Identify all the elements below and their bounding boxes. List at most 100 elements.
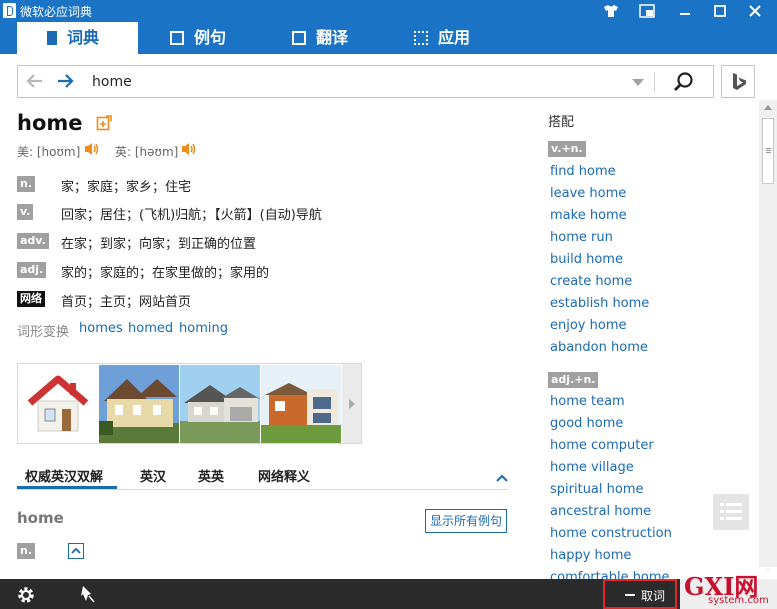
tab-dictionary[interactable]: 词典 [17, 22, 138, 54]
collocations-heading: 搭配 [548, 115, 575, 130]
close-icon[interactable] [740, 0, 770, 22]
definition-text: 家；家庭；家乡；住宅 [61, 180, 192, 195]
collocation-link[interactable]: happy home [550, 548, 631, 563]
tab-sentences[interactable]: 例句 [170, 22, 226, 54]
window-title: 微软必应词典 [20, 5, 93, 19]
definition-text: 在家；到家；向家；到正确的位置 [61, 237, 257, 252]
house-image[interactable] [180, 365, 260, 443]
pos-tag: v.+n. [548, 141, 586, 157]
definition-row: adj. 家的；家庭的；在家里做的；家用的 [17, 262, 269, 282]
history-dropdown-icon[interactable] [632, 79, 644, 86]
collocation-link[interactable]: home village [550, 460, 634, 475]
definition-row: n. 家；家庭；家乡；住宅 [17, 176, 191, 196]
search-icon[interactable] [673, 71, 695, 97]
expand-toggle[interactable] [68, 543, 84, 559]
translate-icon [292, 31, 306, 45]
collocation-link[interactable]: enjoy home [550, 318, 626, 333]
inflection-link[interactable]: homed [128, 321, 173, 336]
pos-tag: n. [17, 543, 36, 559]
list-icon [720, 503, 742, 520]
maximize-icon[interactable] [705, 0, 735, 22]
speaker-uk-icon[interactable] [180, 141, 198, 161]
tab-translate[interactable]: 翻译 [292, 22, 348, 54]
pin-icon[interactable] [78, 584, 96, 608]
inflection-link[interactable]: homing [179, 321, 228, 336]
house-image[interactable] [99, 365, 179, 443]
house-image[interactable] [18, 365, 98, 443]
headword: home [17, 111, 83, 135]
collocation-link[interactable]: home construction [550, 526, 672, 541]
tab-dictionary-label: 词典 [67, 28, 100, 47]
image-next-button[interactable] [342, 364, 361, 443]
definition-row: 网络 首页；主页；网站首页 [17, 291, 191, 311]
collocation-link[interactable]: comfortable home [550, 570, 670, 579]
app-icon [3, 3, 16, 18]
collocation-link[interactable]: good home [550, 416, 623, 431]
sentences-icon [170, 31, 184, 45]
collocation-group-label: adj.+n. [548, 372, 599, 388]
settings-gear-icon[interactable] [16, 585, 36, 609]
search-divider [654, 72, 655, 92]
detail-pos-row: n. [17, 543, 36, 559]
pos-tag: adj. [17, 262, 47, 278]
forward-arrow-icon[interactable] [56, 72, 76, 94]
mini-mode-icon[interactable] [632, 0, 662, 22]
collocation-link[interactable]: create home [550, 274, 632, 289]
definition-text: 家的；家庭的；在家里做的；家用的 [61, 266, 270, 281]
pos-tag: adj.+n. [548, 372, 599, 388]
collocation-link[interactable]: ancestral home [550, 504, 651, 519]
subtab-authoritative[interactable]: 权威英汉双解 [25, 466, 103, 485]
collocation-link[interactable]: leave home [550, 186, 626, 201]
pos-tag: n. [17, 176, 36, 192]
pos-tag: v. [17, 204, 34, 220]
speaker-us-icon[interactable] [83, 141, 101, 161]
show-all-examples-button[interactable]: 显示所有例句 [425, 509, 508, 533]
tab-translate-label: 翻译 [316, 28, 349, 47]
collocation-link[interactable]: home team [550, 394, 625, 409]
collocation-link[interactable]: find home [550, 164, 616, 179]
scrollbar[interactable] [759, 100, 777, 579]
definition-text: 回家；居住；(飞机)归航；【火箭】(自动)导航 [61, 208, 322, 223]
title-bar: 微软必应词典 [0, 0, 777, 22]
add-to-wordbook-icon[interactable] [96, 115, 112, 135]
subtab-divider [17, 489, 509, 490]
minus-icon [625, 594, 635, 596]
subtab-web[interactable]: 网络释义 [258, 466, 310, 485]
skin-icon[interactable] [596, 0, 626, 22]
collocation-link[interactable]: build home [550, 252, 623, 267]
definition-row: v. 回家；居住；(飞机)归航；【火箭】(自动)导航 [17, 204, 322, 224]
subtab-en-en[interactable]: 英英 [198, 466, 224, 485]
scrollbar-thumb[interactable] [762, 118, 774, 184]
capture-word-button[interactable]: 取词 [603, 579, 677, 609]
collocation-link[interactable]: establish home [550, 296, 649, 311]
bing-logo-icon [733, 73, 746, 90]
collocation-link[interactable]: abandon home [550, 340, 648, 355]
subtab-en-cn[interactable]: 英汉 [140, 466, 166, 485]
collocation-link[interactable]: make home [550, 208, 627, 223]
inflection-link[interactable]: homes [79, 321, 123, 336]
back-arrow-icon[interactable] [24, 72, 44, 94]
site-watermark: GXI网 system.com [680, 567, 777, 609]
pronunciation-us: 美: [hoʊm] [17, 145, 81, 159]
scroll-up-icon[interactable] [764, 105, 772, 110]
tab-sentences-label: 例句 [194, 28, 227, 47]
pos-tag: adv. [17, 233, 49, 249]
dictionary-icon [47, 31, 57, 45]
inflections-label: 词形变换 [17, 325, 70, 340]
outline-list-button[interactable] [713, 494, 749, 530]
pos-tag: 网络 [17, 291, 45, 307]
apps-icon [414, 31, 428, 45]
collocation-link[interactable]: home computer [550, 438, 654, 453]
chevron-right-icon [349, 399, 355, 409]
collocation-group-label: v.+n. [548, 141, 586, 157]
search-input[interactable] [92, 70, 622, 93]
collocation-link[interactable]: spiritual home [550, 482, 644, 497]
collapse-chevron-up-icon[interactable] [495, 472, 509, 487]
tab-apps[interactable]: 应用 [414, 22, 470, 54]
pronunciation-uk: 英: [həʊm] [115, 145, 179, 159]
collocation-link[interactable]: home run [550, 230, 613, 245]
bing-button[interactable] [721, 65, 755, 98]
minimize-icon[interactable] [670, 0, 700, 22]
search-bar [17, 65, 714, 98]
house-image[interactable] [261, 365, 341, 443]
